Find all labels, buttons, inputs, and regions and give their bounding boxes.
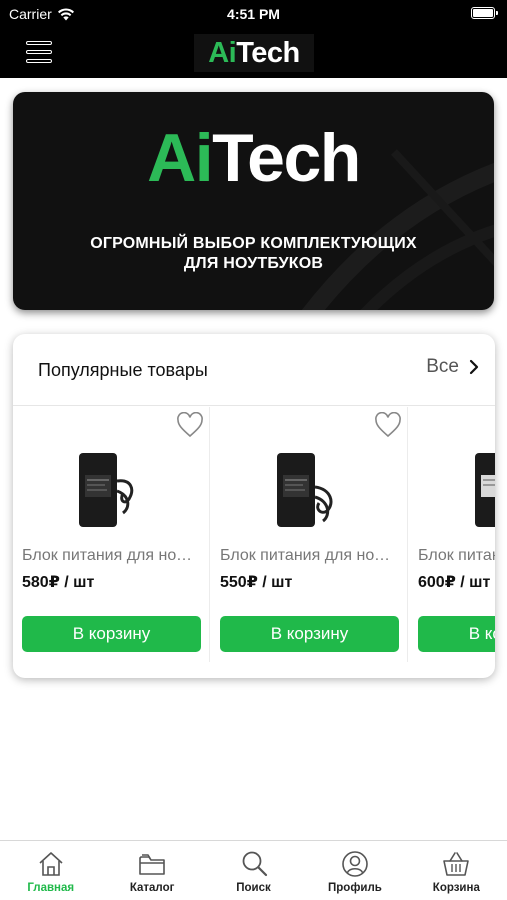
banner-logo-tech: Tech: [212, 120, 361, 196]
banner-tagline: ОГРОМНЫЙ ВЫБОР КОМПЛЕКТУЮЩИХ ДЛЯ НОУТБУК…: [53, 234, 454, 274]
search-icon: [242, 851, 267, 877]
product-card[interactable]: Блок питания для ноутбука 550₽ / шт В ко…: [211, 407, 408, 662]
product-price: 580₽ / шт: [22, 574, 95, 591]
product-price: 550₽ / шт: [220, 574, 293, 591]
product-image: [277, 453, 333, 527]
basket-icon: [443, 852, 470, 876]
popular-header: Популярные товары Все: [13, 334, 495, 406]
banner-logo: AiTech: [13, 118, 494, 198]
hamburger-menu-icon[interactable]: [26, 41, 52, 63]
banner-logo-ai: Ai: [147, 120, 214, 196]
header-logo[interactable]: Ai Tech: [194, 34, 314, 72]
heart-icon[interactable]: [374, 412, 402, 438]
promo-banner[interactable]: AiTech ОГРОМНЫЙ ВЫБОР КОМПЛЕКТУЮЩИХ ДЛЯ …: [13, 92, 494, 310]
profile-icon: [342, 851, 368, 877]
heart-icon[interactable]: [176, 412, 204, 438]
product-price: 600₽ / шт: [418, 574, 491, 591]
status-bar: Carrier 4:51 PM: [0, 0, 507, 28]
product-image: [79, 453, 134, 527]
product-name[interactable]: Блок питания для ноутбука: [220, 547, 398, 565]
add-to-cart-button[interactable]: В корзину: [220, 616, 399, 652]
folder-icon: [139, 854, 165, 875]
tab-home[interactable]: Главная: [0, 841, 101, 900]
tab-cart[interactable]: Корзина: [406, 841, 507, 900]
clock: 4:51 PM: [227, 6, 280, 22]
header-logo-ai: Ai: [208, 36, 237, 69]
tab-catalog[interactable]: Каталог: [101, 841, 202, 900]
tab-profile[interactable]: Профиль: [304, 841, 405, 900]
banner-tagline-line1: ОГРОМНЫЙ ВЫБОР КОМПЛЕКТУЮЩИХ: [90, 235, 417, 252]
top-nav-bar: Ai Tech: [0, 28, 507, 78]
add-to-cart-button[interactable]: В корзину: [22, 616, 201, 652]
banner-tagline-line2: ДЛЯ НОУТБУКОВ: [183, 255, 324, 272]
products-carousel[interactable]: Блок питания для ноутбука 580₽ / шт В ко…: [13, 407, 495, 678]
bottom-tab-bar: Главная Каталог Поиск Профиль Корзина: [0, 840, 507, 900]
header-logo-tech: Tech: [236, 36, 300, 69]
tab-label: Главная: [27, 882, 75, 894]
product-card[interactable]: Блок питания для ноутбука 580₽ / шт В ко…: [13, 407, 210, 662]
chevron-right-icon: [469, 359, 479, 375]
see-all-label: Все: [426, 356, 459, 377]
add-to-cart-button[interactable]: В корзину: [418, 616, 495, 652]
app-screen: Carrier 4:51 PM Ai Tech AiTech ОГРОМНЫЙ В: [0, 0, 507, 900]
battery-icon: [471, 7, 498, 19]
product-name[interactable]: Блок питания для ноутбука: [418, 547, 495, 565]
tab-search[interactable]: Поиск: [203, 841, 304, 900]
tab-label: Корзина: [432, 882, 480, 894]
home-icon: [39, 852, 63, 876]
see-all-link[interactable]: Все: [426, 356, 479, 378]
tab-label: Каталог: [129, 882, 175, 894]
tab-label: Профиль: [328, 882, 382, 894]
popular-products-section: Популярные товары Все Блок питания для н…: [13, 334, 495, 678]
popular-title: Популярные товары: [38, 360, 208, 380]
tab-label: Поиск: [236, 882, 271, 894]
product-name[interactable]: Блок питания для ноутбука: [22, 547, 200, 565]
product-image: [475, 453, 495, 527]
product-card[interactable]: Блок питания для ноутбука 600₽ / шт В ко…: [409, 407, 495, 662]
